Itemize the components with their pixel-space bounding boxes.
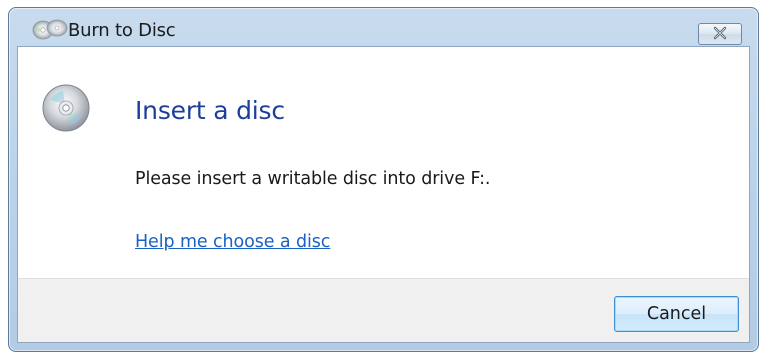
cd-disc-icon bbox=[41, 83, 91, 133]
burn-disc-icon bbox=[32, 17, 68, 41]
dialog-content: Insert a disc Please insert a writable d… bbox=[18, 47, 749, 278]
dialog-footer: Cancel bbox=[18, 278, 749, 342]
cancel-button[interactable]: Cancel bbox=[614, 296, 739, 332]
title-bar[interactable]: Burn to Disc bbox=[9, 8, 758, 45]
close-icon bbox=[712, 25, 728, 44]
help-choose-disc-link[interactable]: Help me choose a disc bbox=[135, 231, 330, 253]
close-button[interactable] bbox=[698, 23, 742, 45]
insert-disc-message: Please insert a writable disc into drive… bbox=[135, 169, 491, 189]
window-title: Burn to Disc bbox=[68, 20, 176, 41]
main-instruction-heading: Insert a disc bbox=[135, 96, 285, 125]
dialog-client-area: Insert a disc Please insert a writable d… bbox=[17, 46, 750, 343]
burn-to-disc-dialog: Burn to Disc Insert a disc Please insert… bbox=[8, 7, 759, 352]
